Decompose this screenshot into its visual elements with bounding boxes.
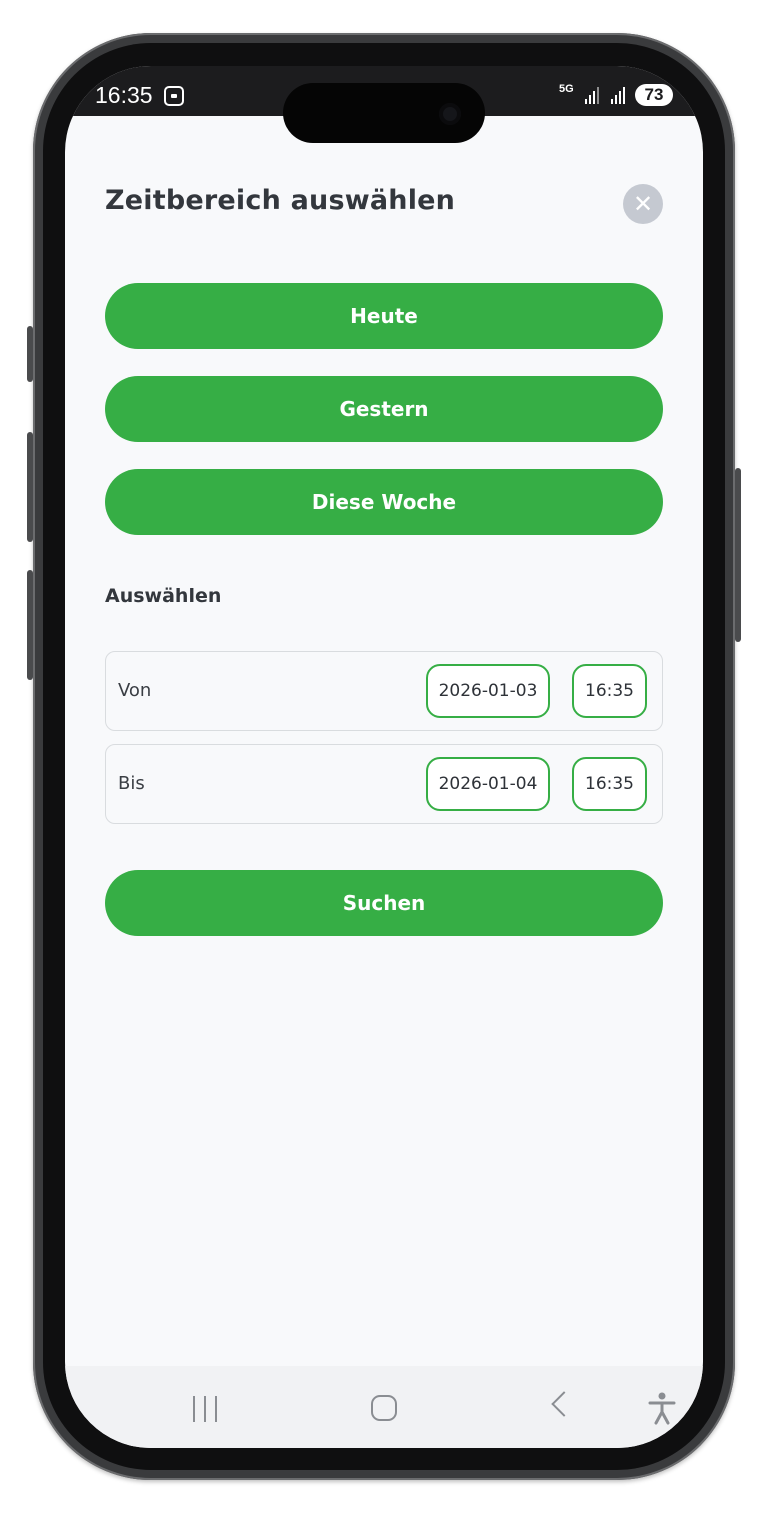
phone-volume-down xyxy=(27,570,33,680)
phone-volume-up xyxy=(27,432,33,542)
signal-icon-2 xyxy=(611,86,627,104)
from-label: Von xyxy=(118,680,152,701)
from-time-picker[interactable]: 16:35 xyxy=(572,664,647,718)
to-time-picker[interactable]: 16:35 xyxy=(572,757,647,811)
network-5g-label: 5G xyxy=(559,83,574,95)
range-to-row: Bis 2026-01-04 16:35 xyxy=(105,744,663,824)
recents-icon[interactable] xyxy=(193,1396,219,1422)
from-date-picker[interactable]: 2026-01-03 xyxy=(426,664,550,718)
phone-side-button xyxy=(27,326,33,382)
section-label: Auswählen xyxy=(105,585,222,607)
this-week-button[interactable]: Diese Woche xyxy=(105,469,663,535)
home-icon[interactable] xyxy=(371,1395,397,1421)
range-from-row: Von 2026-01-03 16:35 xyxy=(105,651,663,731)
dialog-title: Zeitbereich auswählen xyxy=(105,185,456,216)
back-icon[interactable] xyxy=(551,1391,577,1417)
status-time: 16:35 xyxy=(95,82,153,108)
close-button[interactable]: ✕ xyxy=(623,184,663,224)
close-icon: ✕ xyxy=(632,190,654,218)
to-label: Bis xyxy=(118,773,145,794)
yesterday-button[interactable]: Gestern xyxy=(105,376,663,442)
phone-power-button xyxy=(735,468,741,642)
search-button[interactable]: Suchen xyxy=(105,870,663,936)
screen: 16:35 5G 73 Zeitbereich auswählen ✕ Heut… xyxy=(65,66,703,1448)
accessibility-icon[interactable] xyxy=(647,1391,677,1425)
signal-icon xyxy=(585,86,601,104)
camera-icon xyxy=(439,103,461,125)
system-nav-bar xyxy=(65,1366,703,1448)
screenshot-icon xyxy=(164,86,184,106)
today-button[interactable]: Heute xyxy=(105,283,663,349)
to-date-picker[interactable]: 2026-01-04 xyxy=(426,757,550,811)
battery-indicator: 73 xyxy=(635,84,673,106)
dynamic-island xyxy=(283,83,485,143)
